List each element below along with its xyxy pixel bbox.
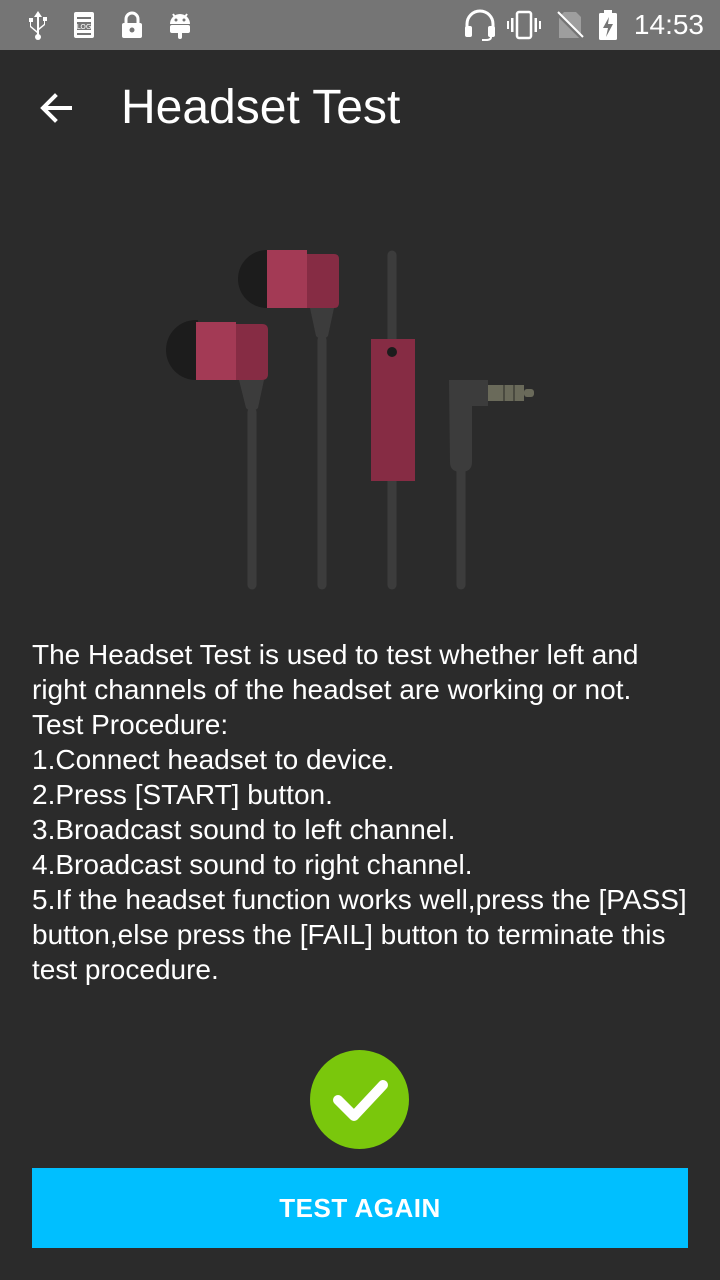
- description-intro: The Headset Test is used to test whether…: [32, 639, 647, 705]
- test-description: The Headset Test is used to test whether…: [32, 637, 692, 987]
- earphones-illustration: [166, 250, 534, 590]
- app-bar: Headset Test: [0, 50, 720, 162]
- procedure-step: 4.Broadcast sound to right channel.: [32, 849, 473, 880]
- status-time: 14:53: [633, 9, 704, 40]
- usb-icon: [29, 11, 47, 40]
- log-icon: LOG: [74, 12, 94, 38]
- battery-charging-icon: [599, 10, 617, 40]
- procedure-heading: Test Procedure:: [32, 709, 229, 740]
- pass-result-badge: [310, 1050, 409, 1149]
- procedure-step: 2.Press [START] button.: [32, 779, 333, 810]
- back-button[interactable]: [28, 80, 84, 136]
- svg-text:LOG: LOG: [77, 23, 92, 31]
- audio-jack: [449, 380, 534, 472]
- arrow-left-icon: [40, 93, 72, 123]
- test-again-button[interactable]: TEST AGAIN: [32, 1168, 688, 1248]
- checkmark-icon: [332, 1079, 388, 1121]
- no-sim-icon: [555, 11, 585, 41]
- vibrate-icon: [507, 10, 541, 40]
- page-title: Headset Test: [121, 81, 401, 134]
- procedure-step: 5.If the headset function works well,pre…: [32, 884, 695, 985]
- procedure-step: 3.Broadcast sound to left channel.: [32, 814, 456, 845]
- headset-icon: [465, 9, 495, 41]
- lock-icon: [122, 11, 142, 38]
- left-earbud: [166, 320, 268, 411]
- procedure-step: 1.Connect headset to device.: [32, 744, 395, 775]
- remote-control: [371, 339, 415, 481]
- android-icon: [170, 13, 190, 39]
- status-bar: LOG 14:53: [0, 0, 720, 50]
